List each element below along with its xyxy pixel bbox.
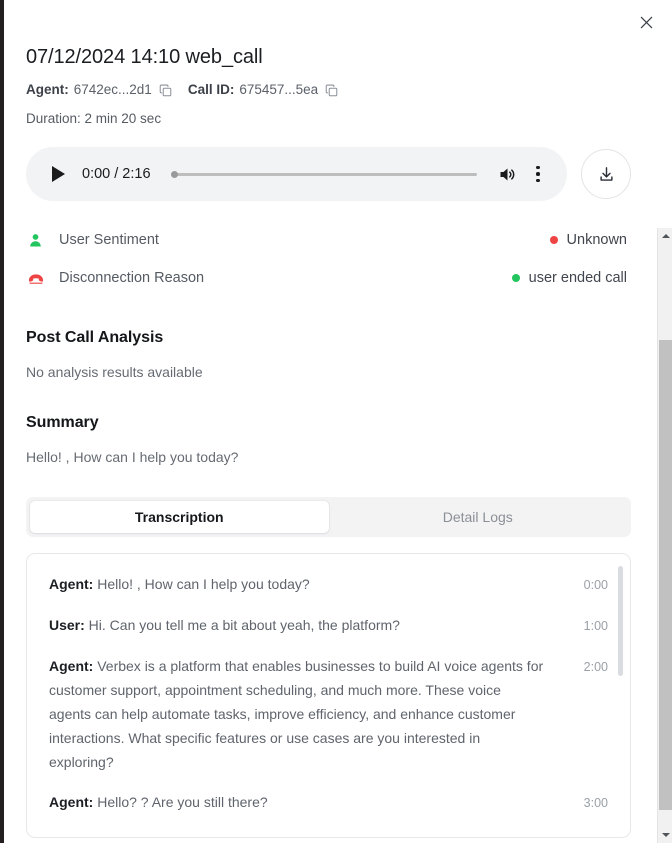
transcript-entry-timestamp: 3:00 bbox=[583, 796, 608, 810]
close-icon bbox=[640, 16, 652, 28]
transcript-entry-speaker: User: bbox=[49, 617, 85, 633]
play-button[interactable] bbox=[48, 164, 68, 184]
transcript-entry-speaker: Agent: bbox=[49, 794, 94, 810]
info-row-user-sentiment: User Sentiment Unknown bbox=[26, 221, 631, 259]
audio-player-row: 0:00 / 2:16 bbox=[26, 147, 631, 201]
info-left: Disconnection Reason bbox=[26, 269, 204, 288]
agent-value: 6742ec...2d1 bbox=[73, 82, 152, 97]
page-scrollbar[interactable] bbox=[657, 228, 672, 843]
transcript-entry: Agent: Hello? ? Are you still there? 3:00 bbox=[49, 790, 608, 815]
transcript-entry: Agent: Hello! , How can I help you today… bbox=[49, 572, 608, 597]
user-icon bbox=[26, 231, 45, 250]
call-attributes-list: User Sentiment Unknown Disconnection Rea bbox=[26, 221, 631, 297]
transcript-entry-text: Agent: Hello! , How can I help you today… bbox=[49, 572, 568, 596]
summary-title: Summary bbox=[26, 414, 99, 431]
call-detail-panel: 07/12/2024 14:10 web_call Agent: 6742ec.… bbox=[0, 0, 672, 843]
volume-icon bbox=[500, 167, 514, 181]
info-label-user-sentiment: User Sentiment bbox=[59, 232, 159, 248]
tab-bar: Transcription Detail Logs bbox=[26, 497, 631, 537]
info-value-disconnection-reason-wrap: user ended call bbox=[511, 270, 627, 286]
call-meta-row: Agent: 6742ec...2d1 Call ID: 675457...5e… bbox=[26, 81, 631, 99]
call-duration: Duration: 2 min 20 sec bbox=[26, 111, 162, 126]
transcript-entry-text: Agent: Hello? ? Are you still there? bbox=[49, 790, 568, 814]
phone-hangup-icon bbox=[26, 269, 45, 288]
info-value-user-sentiment-wrap: Unknown bbox=[549, 232, 627, 248]
page-scrollbar-thumb[interactable] bbox=[659, 340, 672, 810]
transcript-entry: Agent: Hello? ? Are you still there?4:00 bbox=[49, 831, 608, 837]
copy-icon bbox=[159, 84, 172, 96]
transcript-entry-text: User: Hi. Can you tell me a bit about ye… bbox=[49, 613, 568, 637]
summary-body: Hello! , How can I help you today? bbox=[26, 449, 239, 465]
download-icon bbox=[599, 166, 613, 181]
agent-label: Agent: bbox=[26, 82, 69, 97]
chevron-up-icon bbox=[661, 234, 670, 238]
copy-icon bbox=[325, 84, 338, 96]
seek-knob[interactable] bbox=[170, 170, 178, 178]
post-call-analysis-body: No analysis results available bbox=[26, 364, 203, 380]
post-call-analysis-title: Post Call Analysis bbox=[26, 329, 164, 346]
transcript-entry-text: Agent: Hello? ? Are you still there? bbox=[49, 831, 568, 837]
transcript-entry-text: Agent: Verbex is a platform that enables… bbox=[49, 654, 568, 774]
volume-button[interactable] bbox=[495, 162, 519, 186]
audio-player[interactable]: 0:00 / 2:16 bbox=[26, 147, 567, 201]
play-icon bbox=[51, 166, 65, 182]
callid-label: Call ID: bbox=[187, 82, 235, 97]
scroll-up-button[interactable] bbox=[658, 228, 672, 244]
tab-detail-logs[interactable]: Detail Logs bbox=[329, 501, 628, 533]
tab-transcription[interactable]: Transcription bbox=[30, 501, 329, 533]
info-left: User Sentiment bbox=[26, 231, 159, 250]
panel-content: 07/12/2024 14:10 web_call Agent: 6742ec.… bbox=[0, 0, 657, 838]
info-row-disconnection-reason: Disconnection Reason user ended call bbox=[26, 259, 631, 297]
status-dot-user-sentiment bbox=[549, 236, 558, 244]
transcript-scrollbar-thumb[interactable] bbox=[618, 566, 623, 676]
transcript-entry-timestamp: 4:00 bbox=[568, 831, 608, 837]
info-value-user-sentiment: Unknown bbox=[566, 232, 627, 248]
transcript-entry-body: Verbex is a platform that enables busine… bbox=[49, 658, 544, 770]
audio-more-options-button[interactable] bbox=[527, 162, 549, 186]
info-label-disconnection-reason: Disconnection Reason bbox=[59, 270, 205, 286]
scroll-down-button[interactable] bbox=[658, 827, 672, 843]
transcript-entry-speaker: Agent: bbox=[49, 835, 93, 837]
transcript-entry-speaker: Agent: bbox=[49, 658, 94, 674]
transcript-entry: Agent: Verbex is a platform that enables… bbox=[49, 654, 608, 774]
user-icon-glyph bbox=[30, 233, 41, 247]
copy-agent-id-button[interactable] bbox=[159, 84, 172, 97]
transcript-entry-body: Hi. Can you tell me a bit about yeah, th… bbox=[84, 617, 400, 633]
page-title: 07/12/2024 14:10 web_call bbox=[26, 46, 263, 68]
copy-call-id-button[interactable] bbox=[325, 84, 338, 97]
audio-time-display: 0:00 / 2:16 bbox=[82, 166, 151, 182]
transcript-panel[interactable]: Agent: Hello! , How can I help you today… bbox=[26, 553, 631, 838]
audio-seek-slider[interactable] bbox=[170, 167, 477, 181]
transcript-entry-timestamp: 1:00 bbox=[583, 619, 608, 633]
download-recording-button[interactable] bbox=[581, 149, 631, 199]
transcript-entry-body: Hello? ? Are you still there? bbox=[93, 835, 267, 837]
chevron-down-icon bbox=[661, 833, 670, 837]
status-dot-disconnection-reason bbox=[511, 274, 520, 282]
transcript-list: Agent: Hello! , How can I help you today… bbox=[49, 572, 608, 837]
kebab-menu-icon bbox=[536, 164, 540, 184]
callid-value: 675457...5ea bbox=[239, 82, 319, 97]
transcript-entry-speaker: Agent: bbox=[49, 576, 94, 592]
seek-track bbox=[170, 172, 477, 176]
transcript-entry-timestamp: 2:00 bbox=[583, 660, 608, 674]
transcript-entry-body: Hello? ? Are you still there? bbox=[93, 794, 268, 810]
transcript-entry: User: Hi. Can you tell me a bit about ye… bbox=[49, 613, 608, 638]
transcript-entry-timestamp: 0:00 bbox=[583, 578, 608, 592]
window-left-edge bbox=[0, 0, 4, 843]
info-value-disconnection-reason: user ended call bbox=[528, 270, 627, 286]
phone-hangup-icon-glyph bbox=[28, 274, 43, 284]
transcript-entry-body: Hello! , How can I help you today? bbox=[93, 576, 310, 592]
close-button[interactable] bbox=[632, 8, 660, 36]
